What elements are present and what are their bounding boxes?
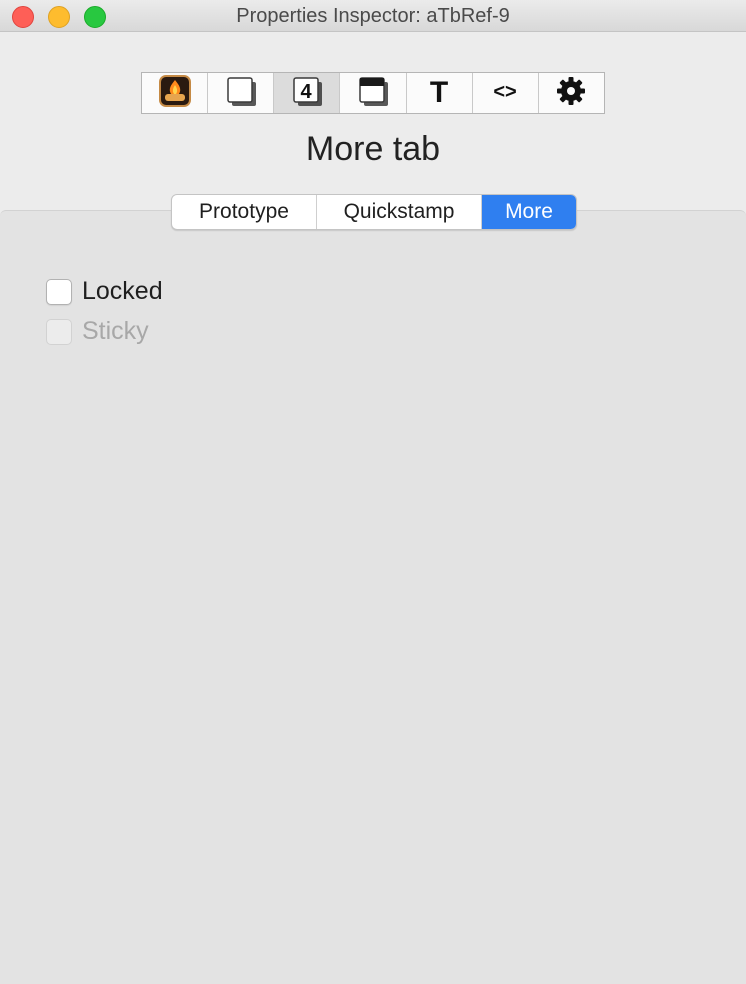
window-icon	[356, 74, 390, 113]
tb-button-code[interactable]: <>	[472, 73, 539, 113]
svg-text:<>: <>	[494, 81, 517, 103]
svg-text:4: 4	[300, 81, 312, 103]
tb-button-text[interactable]: T	[406, 73, 473, 113]
fire-icon	[158, 74, 191, 112]
tab-prototype[interactable]: Prototype	[172, 195, 317, 229]
number-4-icon: 4	[290, 74, 324, 113]
sticky-checkbox-row: Sticky	[46, 317, 149, 346]
tb-button-settings[interactable]	[538, 73, 604, 113]
tab-bar: Prototype Quickstamp More	[171, 194, 577, 230]
window-title: Properties Inspector: aTbRef-9	[236, 5, 510, 27]
locked-checkbox-row[interactable]: Locked	[46, 277, 163, 306]
locked-checkbox[interactable]	[46, 278, 72, 305]
inspector-toolbar: 4 T <>	[141, 72, 605, 114]
title-bar: Properties Inspector: aTbRef-9	[0, 0, 746, 32]
sticky-label: Sticky	[82, 317, 149, 345]
tb-button-general[interactable]	[142, 73, 209, 113]
locked-label: Locked	[82, 277, 163, 305]
text-icon: T	[422, 74, 456, 113]
code-icon: <>	[487, 74, 523, 113]
note-icon	[224, 74, 258, 113]
gear-icon	[555, 75, 587, 112]
page-title: More tab	[305, 130, 441, 168]
tb-button-text-badge[interactable]: 4	[274, 73, 341, 113]
tab-quickstamp[interactable]: Quickstamp	[317, 195, 482, 229]
tb-button-shadow[interactable]	[340, 73, 407, 113]
sticky-checkbox	[46, 318, 72, 345]
tab-more[interactable]: More	[482, 195, 576, 229]
svg-text:T: T	[430, 76, 448, 108]
tb-button-appearance[interactable]	[208, 73, 275, 113]
